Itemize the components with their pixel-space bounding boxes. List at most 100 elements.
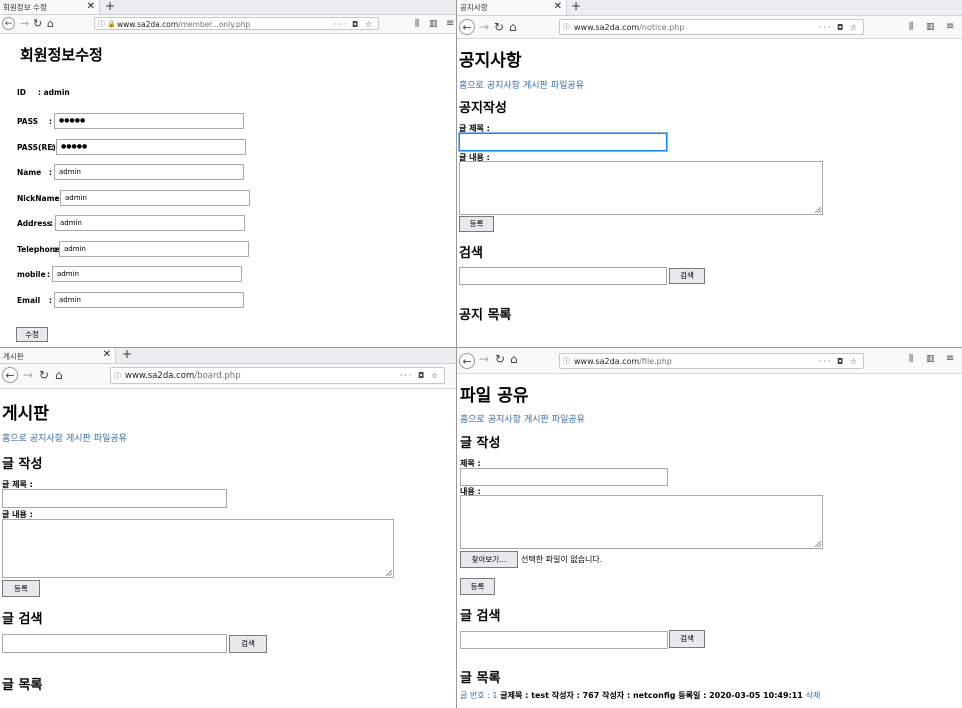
sidebar-icon[interactable]: ▥ [429, 15, 438, 33]
forward-icon[interactable]: → [479, 16, 489, 38]
reload-icon[interactable]: ↻ [495, 348, 505, 370]
email-input[interactable]: admin [54, 292, 244, 308]
url-domain: www.sa2da.com [574, 357, 640, 366]
info-icon: ⓘ [563, 357, 570, 365]
nav-home-link[interactable]: 홈으로 [2, 434, 27, 444]
search-input[interactable] [2, 634, 227, 653]
search-button[interactable]: 검색 [669, 630, 705, 648]
reload-icon[interactable]: ↻ [33, 15, 42, 33]
forward-icon[interactable]: → [479, 348, 489, 370]
new-tab-icon[interactable]: + [122, 348, 132, 361]
nav-file-link[interactable]: 파일공유 [552, 415, 585, 425]
mobile-input[interactable]: admin [52, 266, 242, 282]
back-icon[interactable]: ← [2, 367, 18, 383]
title-input[interactable] [460, 468, 668, 486]
home-icon[interactable]: ⌂ [47, 15, 54, 33]
nav-notice-link[interactable]: 공지사항 [30, 434, 63, 444]
page-actions-icon[interactable]: ··· ◘ ☆ [400, 368, 440, 383]
url-bar[interactable]: ⓘ www.sa2da.com/notice.php ··· ◘ ☆ [559, 19, 864, 35]
tab-notice[interactable]: 공지사항 ✕ [457, 0, 567, 15]
sidebar-icon[interactable]: ▥ [926, 348, 935, 370]
page-actions-icon[interactable]: ··· ◘ ☆ [334, 18, 374, 29]
tab-strip: 게시판 ✕ + [0, 348, 456, 364]
pass-input[interactable]: ●●●●● [54, 113, 244, 129]
nav-board-link[interactable]: 게시판 [523, 81, 548, 91]
home-icon[interactable]: ⌂ [510, 348, 518, 370]
address-input[interactable]: admin [55, 215, 245, 231]
notice-window: 공지사항 ✕ + ← → ↻ ⌂ ⓘ www.sa2da.com/notice.… [457, 0, 962, 347]
name-input[interactable]: admin [54, 164, 244, 180]
close-tab-icon[interactable]: ✕ [103, 348, 111, 361]
pass-re-input[interactable]: ●●●●● [56, 139, 246, 155]
nav-board-link[interactable]: 게시판 [524, 415, 549, 425]
nav-home-link[interactable]: 홈으로 [459, 81, 484, 91]
info-icon: ⓘ [563, 23, 570, 31]
library-icon[interactable]: ⫼ [415, 15, 419, 33]
post-number-link[interactable]: 글 번호 : 1 [460, 691, 498, 700]
list-heading: 글 목록 [2, 678, 43, 693]
close-tab-icon[interactable]: ✕ [87, 0, 95, 13]
nav-bar: ← → ↻ ⌂ ⓘ www.sa2da.com/board.php ··· ◘ … [0, 364, 456, 389]
page-actions-icon[interactable]: ··· ◘ ☆ [819, 354, 859, 368]
search-button[interactable]: 검색 [229, 635, 267, 653]
url-bar[interactable]: ⓘ www.sa2da.com/board.php ··· ◘ ☆ [110, 367, 445, 384]
submit-button[interactable]: 등록 [460, 578, 495, 595]
nav-notice-link[interactable]: 공지사항 [487, 81, 520, 91]
write-heading: 글 작성 [460, 436, 501, 451]
nav-file-link[interactable]: 파일공유 [551, 81, 584, 91]
title-input[interactable] [2, 489, 227, 508]
title-input[interactable] [459, 133, 667, 151]
list-item: 글 번호 : 1 글제목 : test 작성자 : 767 작성자 : netc… [460, 690, 820, 701]
page-actions-icon[interactable]: ··· ◘ ☆ [819, 20, 859, 34]
url-bar[interactable]: ⓘ www.sa2da.com/file.php ··· ◘ ☆ [559, 353, 864, 369]
back-icon[interactable]: ← [459, 353, 475, 369]
new-tab-icon[interactable]: + [571, 0, 581, 13]
submit-edit-button[interactable]: 수정 [16, 327, 48, 342]
content-textarea[interactable] [459, 161, 823, 215]
back-icon[interactable]: ← [459, 19, 475, 35]
forward-icon[interactable]: → [20, 15, 29, 33]
no-file-text: 선택한 파일이 없습니다. [521, 555, 603, 564]
pass-label: PASS [17, 117, 39, 126]
email-label: Email [17, 296, 41, 305]
sidebar-icon[interactable]: ▥ [926, 16, 935, 38]
home-icon[interactable]: ⌂ [509, 16, 517, 38]
nav-notice-link[interactable]: 공지사항 [488, 415, 521, 425]
menu-icon[interactable]: ≡ [946, 16, 954, 38]
submit-button[interactable]: 등록 [459, 216, 494, 232]
nickname-input[interactable]: admin [60, 190, 250, 206]
new-tab-icon[interactable]: + [105, 0, 115, 13]
forward-icon[interactable]: → [23, 364, 33, 386]
library-icon[interactable]: ⫼ [909, 348, 913, 370]
reload-icon[interactable]: ↻ [39, 364, 49, 386]
content-textarea[interactable] [460, 495, 823, 549]
library-icon[interactable]: ⫼ [909, 16, 913, 38]
name-label: Name [17, 168, 42, 177]
menu-icon[interactable]: ≡ [946, 348, 954, 370]
back-icon[interactable]: ← [2, 17, 15, 30]
search-input[interactable] [459, 267, 667, 285]
tab-member-edit[interactable]: 회원정보 수정 ✕ [0, 0, 100, 14]
nav-file-link[interactable]: 파일공유 [94, 434, 127, 444]
url-bar[interactable]: ⓘ 🔒 www.sa2da.com/member...only.php ··· … [94, 17, 379, 30]
file-share-window: ← → ↻ ⌂ ⓘ www.sa2da.com/file.php ··· ◘ ☆… [457, 348, 962, 708]
url-path: /member...only.php [178, 20, 251, 29]
search-input[interactable] [460, 631, 668, 649]
reload-icon[interactable]: ↻ [494, 16, 504, 38]
home-icon[interactable]: ⌂ [55, 364, 63, 386]
delete-link[interactable]: 삭제 [806, 691, 821, 700]
file-browse-button[interactable]: 찾아보기... [460, 551, 518, 568]
address-sep: : [50, 219, 53, 228]
search-button[interactable]: 검색 [669, 268, 705, 284]
tab-board[interactable]: 게시판 ✕ [0, 348, 116, 363]
write-heading: 글 작성 [2, 457, 43, 472]
telephone-input[interactable]: admin [59, 241, 249, 257]
url-path: /file.php [639, 357, 672, 366]
close-tab-icon[interactable]: ✕ [554, 0, 562, 13]
search-heading: 글 검색 [2, 612, 43, 627]
nav-board-link[interactable]: 게시판 [66, 434, 91, 444]
content-textarea[interactable] [2, 519, 394, 578]
menu-icon[interactable]: ≡ [446, 15, 454, 33]
submit-button[interactable]: 등록 [2, 580, 40, 597]
nav-home-link[interactable]: 홈으로 [460, 415, 485, 425]
